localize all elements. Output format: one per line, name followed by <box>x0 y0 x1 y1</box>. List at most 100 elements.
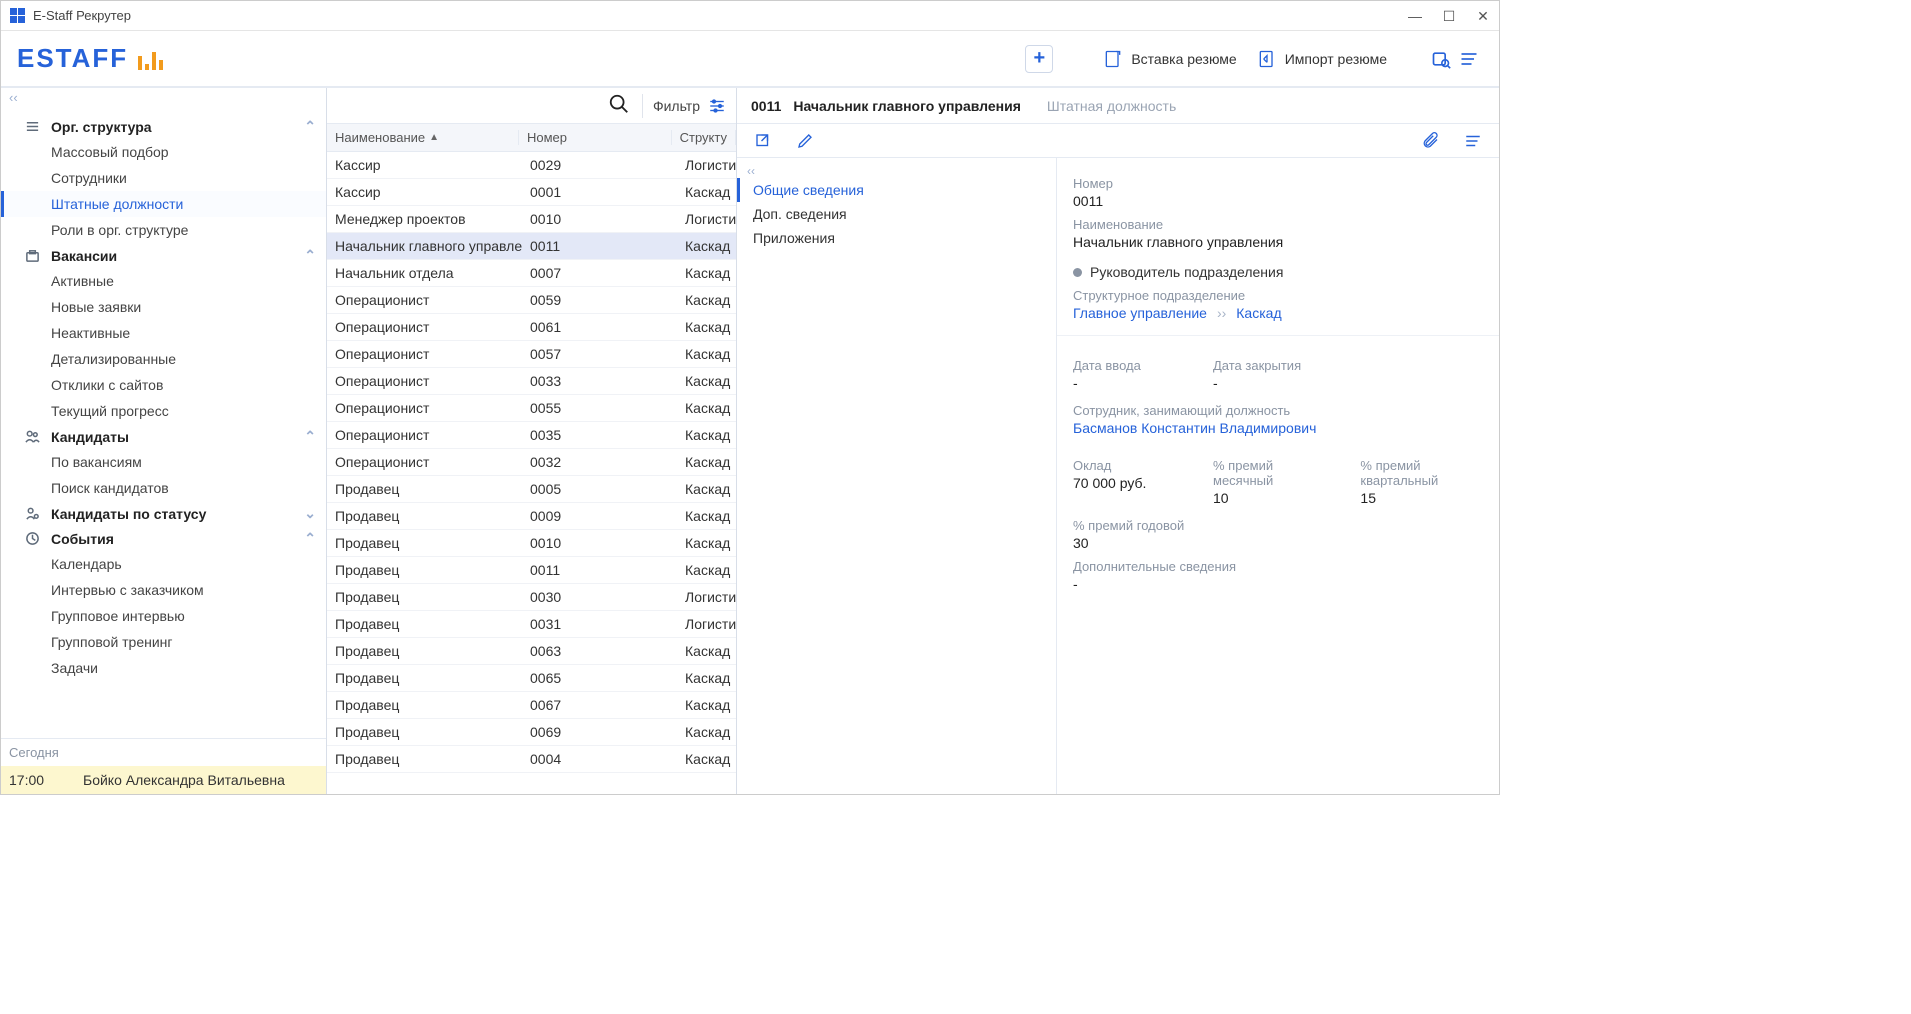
nav-group-events[interactable]: События ⌃ <box>1 526 326 551</box>
nav-group-label: Кандидаты по статусу <box>51 506 304 522</box>
tab-general[interactable]: Общие сведения <box>737 178 1056 202</box>
cell-struct: Каскад <box>677 373 736 389</box>
today-event[interactable]: 17:00 Бойко Александра Витальевна <box>1 766 326 794</box>
nav-item-client-interview[interactable]: Интервью с заказчиком <box>1 577 326 603</box>
cell-number: 0029 <box>522 157 677 173</box>
nav-item-group-interview[interactable]: Групповое интервью <box>1 603 326 629</box>
minimize-button[interactable]: — <box>1407 9 1423 23</box>
cell-struct: Каскад <box>677 292 736 308</box>
table-row[interactable]: Продавец0069Каскад <box>327 719 736 746</box>
nav-item-detailed[interactable]: Детализированные <box>1 346 326 372</box>
table-row[interactable]: Продавец0009Каскад <box>327 503 736 530</box>
table-row[interactable]: Продавец0067Каскад <box>327 692 736 719</box>
table-row[interactable]: Операционист0033Каскад <box>327 368 736 395</box>
chevron-down-icon: ⌄ <box>304 505 316 522</box>
table-row[interactable]: Продавец0004Каскад <box>327 746 736 773</box>
table-row[interactable]: Продавец0005Каскад <box>327 476 736 503</box>
nav-group-label: События <box>51 531 304 547</box>
cell-name: Операционист <box>327 346 522 362</box>
table-row[interactable]: Операционист0035Каскад <box>327 422 736 449</box>
nav-item-by-vacancy[interactable]: По вакансиям <box>1 449 326 475</box>
cell-name: Продавец <box>327 724 522 740</box>
table-row[interactable]: Операционист0061Каскад <box>327 314 736 341</box>
nav-item-active[interactable]: Активные <box>1 268 326 294</box>
cell-number: 0010 <box>522 211 677 227</box>
nav-group-candidates[interactable]: Кандидаты ⌃ <box>1 424 326 449</box>
table-row[interactable]: Кассир0001Каскад <box>327 179 736 206</box>
cell-name: Менеджер проектов <box>327 211 522 227</box>
table-row[interactable]: Операционист0055Каскад <box>327 395 736 422</box>
bullet-icon <box>1073 268 1082 277</box>
nav-item-inactive[interactable]: Неактивные <box>1 320 326 346</box>
cell-name: Операционист <box>327 427 522 443</box>
cell-name: Продавец <box>327 751 522 767</box>
cell-name: Кассир <box>327 184 522 200</box>
nav-group-vacancies[interactable]: Вакансии ⌃ <box>1 243 326 268</box>
nav: Орг. структура ⌃ Массовый подбор Сотрудн… <box>1 112 326 738</box>
cell-number: 0031 <box>522 616 677 632</box>
detail-menu-button[interactable] <box>1459 127 1487 155</box>
struct-company-link[interactable]: Каскад <box>1236 305 1281 321</box>
table-row[interactable]: Операционист0032Каскад <box>327 449 736 476</box>
table-row[interactable]: Продавец0011Каскад <box>327 557 736 584</box>
tabs-collapse[interactable]: ‹‹ <box>737 164 1056 178</box>
table-row[interactable]: Продавец0065Каскад <box>327 665 736 692</box>
menu-button[interactable] <box>1455 45 1483 73</box>
search-button[interactable] <box>596 93 642 118</box>
table-row[interactable]: Продавец0030Логисти <box>327 584 736 611</box>
table-body[interactable]: Кассир0029ЛогистиКассир0001КаскадМенедже… <box>327 152 736 794</box>
nav-item-new-requests[interactable]: Новые заявки <box>1 294 326 320</box>
cell-struct: Каскад <box>677 508 736 524</box>
nav-item-progress[interactable]: Текущий прогресс <box>1 398 326 424</box>
add-button[interactable]: + <box>1025 45 1053 73</box>
value-bonus-year: 30 <box>1073 535 1483 551</box>
column-name[interactable]: Наименование▲ <box>327 130 519 145</box>
value-date-close: - <box>1213 375 1313 391</box>
search-global-button[interactable] <box>1427 45 1455 73</box>
value-employee-link[interactable]: Басманов Константин Владимирович <box>1073 420 1483 436</box>
cell-number: 0063 <box>522 643 677 659</box>
close-button[interactable]: ✕ <box>1475 9 1491 23</box>
struct-main-link[interactable]: Главное управление <box>1073 305 1207 321</box>
nav-group-org[interactable]: Орг. структура ⌃ <box>1 114 326 139</box>
nav-item-tasks[interactable]: Задачи <box>1 655 326 681</box>
attachment-button[interactable] <box>1417 127 1445 155</box>
open-external-button[interactable] <box>749 127 777 155</box>
table-row[interactable]: Начальник отдела0007Каскад <box>327 260 736 287</box>
filter-button[interactable]: Фильтр <box>643 97 736 115</box>
sidebar-collapse[interactable]: ‹‹ <box>1 88 326 112</box>
nav-item-staff-positions[interactable]: Штатные должности <box>1 191 326 217</box>
nav-group-label: Орг. структура <box>51 119 304 135</box>
import-resume-button[interactable]: Импорт резюме <box>1247 43 1397 75</box>
logo: ESTAFF <box>17 43 163 74</box>
insert-resume-button[interactable]: Вставка резюме <box>1093 43 1246 75</box>
nav-item-calendar[interactable]: Календарь <box>1 551 326 577</box>
table-row[interactable]: Начальник главного управле0011Каскад <box>327 233 736 260</box>
clock-icon <box>23 531 41 546</box>
nav-item-search-candidates[interactable]: Поиск кандидатов <box>1 475 326 501</box>
column-structure[interactable]: Структу <box>672 130 736 145</box>
logo-bars-icon <box>138 48 163 70</box>
list-icon <box>23 119 41 134</box>
table-row[interactable]: Операционист0057Каскад <box>327 341 736 368</box>
table-row[interactable]: Операционист0059Каскад <box>327 287 736 314</box>
table-row[interactable]: Продавец0063Каскад <box>327 638 736 665</box>
nav-item-site-responses[interactable]: Отклики с сайтов <box>1 372 326 398</box>
table-row[interactable]: Продавец0010Каскад <box>327 530 736 557</box>
nav-item-employees[interactable]: Сотрудники <box>1 165 326 191</box>
column-number[interactable]: Номер <box>519 130 672 145</box>
tab-additional[interactable]: Доп. сведения <box>737 202 1056 226</box>
nav-item-org-roles[interactable]: Роли в орг. структуре <box>1 217 326 243</box>
nav-item-mass-hiring[interactable]: Массовый подбор <box>1 139 326 165</box>
edit-button[interactable] <box>791 127 819 155</box>
nav-item-group-training[interactable]: Групповой тренинг <box>1 629 326 655</box>
titlebar: E-Staff Рекрутер — ☐ ✕ <box>1 1 1499 31</box>
table-row[interactable]: Менеджер проектов0010Логисти <box>327 206 736 233</box>
cell-number: 0007 <box>522 265 677 281</box>
table-row[interactable]: Продавец0031Логисти <box>327 611 736 638</box>
table-row[interactable]: Кассир0029Логисти <box>327 152 736 179</box>
maximize-button[interactable]: ☐ <box>1441 9 1457 23</box>
tab-attachments[interactable]: Приложения <box>737 226 1056 250</box>
nav-group-candidates-status[interactable]: Кандидаты по статусу ⌄ <box>1 501 326 526</box>
app-icon <box>9 8 25 24</box>
